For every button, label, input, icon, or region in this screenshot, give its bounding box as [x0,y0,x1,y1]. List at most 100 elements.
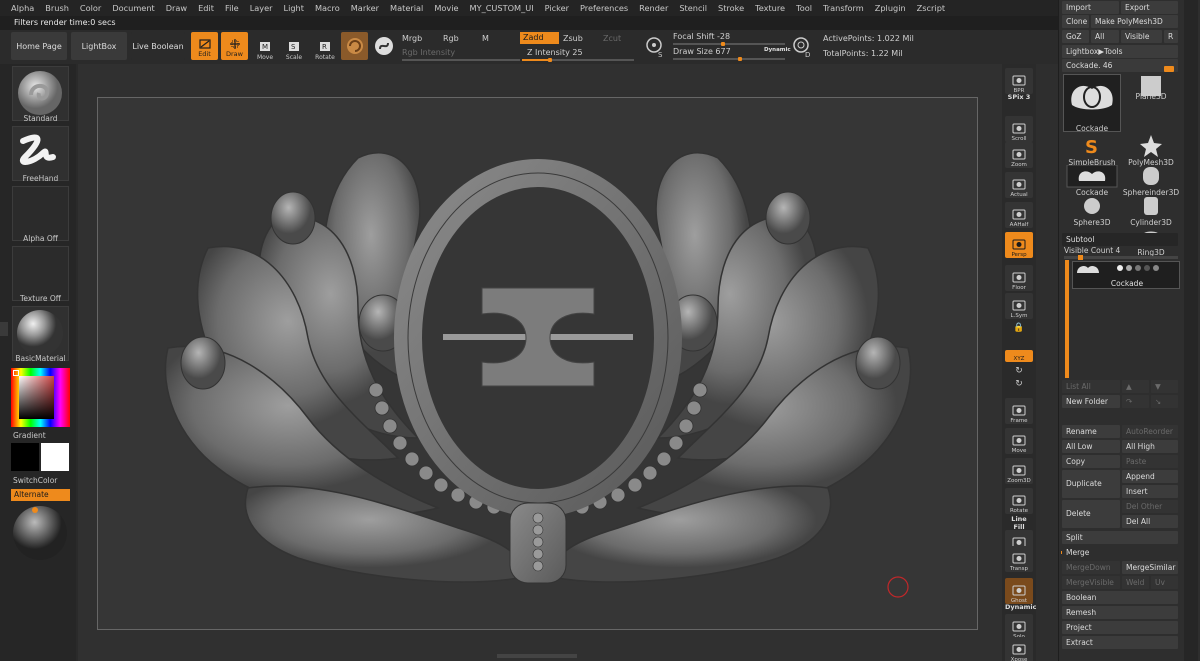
move-down-button[interactable]: ↘ [1151,395,1178,408]
draw-d-icon[interactable]: D [792,36,814,59]
weld-button[interactable]: Weld [1122,576,1149,589]
rotate-tool[interactable]: R Rotate [312,33,338,61]
rename-button[interactable]: Rename [1062,425,1120,438]
subtool-header[interactable]: Subtool [1062,233,1178,246]
view-tool-ghost[interactable]: Ghost [1005,578,1033,604]
dynamic-toggle[interactable]: Dynamic [764,47,791,53]
primary-color-swatch[interactable] [11,443,39,471]
focal-s-icon[interactable]: S [645,36,667,59]
subtool-scrollbar[interactable] [1065,260,1069,378]
merge-down-button[interactable]: MergeDown [1062,561,1120,574]
view-tool-dynamic[interactable]: Dynamic [1005,603,1037,613]
scale-tool[interactable]: S Scale [281,33,307,61]
insert-button[interactable]: Insert [1122,485,1178,498]
all-high-button[interactable]: All High [1122,440,1178,453]
all-low-button[interactable]: All Low [1062,440,1120,453]
color-picker[interactable] [11,368,70,427]
live-boolean-button[interactable]: Live Boolean [131,32,185,60]
alternate-button[interactable]: Alternate [11,489,70,501]
view-tool-persp[interactable]: Persp [1005,232,1033,258]
view-tool-frame[interactable]: Frame [1005,398,1033,424]
split-button[interactable]: Split [1062,531,1178,544]
move-tool[interactable]: M Move [252,33,278,61]
menu-item-marker[interactable]: Marker [346,3,385,13]
menu-item-zscript[interactable]: Zscript [912,3,951,13]
visible-count-slider[interactable] [1064,255,1178,260]
focal-shift-slider[interactable] [673,42,785,46]
view-tool-move[interactable]: Move [1005,428,1033,454]
material-thumbnail[interactable] [12,306,69,361]
menu-item-transform[interactable]: Transform [818,3,870,13]
z-intensity-slider[interactable] [522,58,634,62]
view-tool-zoom3d[interactable]: Zoom3D [1005,458,1033,484]
menu-item-light[interactable]: Light [279,3,310,13]
view-tool-zoom[interactable]: Zoom [1005,142,1033,168]
merge-visible-button[interactable]: MergeVisible [1062,576,1120,589]
subtool-toggles[interactable] [1117,265,1177,271]
tool-panel-scrollbar[interactable] [1184,0,1198,661]
menu-item-alpha[interactable]: Alpha [6,3,40,13]
arrow-up-button[interactable]: ▲ [1122,380,1149,393]
menu-item-file[interactable]: File [220,3,245,13]
view-tool-icon-12[interactable]: ↻ [1012,379,1026,391]
arrow-down-button[interactable]: ▼ [1151,380,1178,393]
delete-button[interactable]: Delete [1062,500,1120,528]
menu-item-stroke[interactable]: Stroke [713,3,750,13]
lightbox-button[interactable]: LightBox [71,32,127,60]
draw-button[interactable]: Draw [221,32,248,60]
menu-item-draw[interactable]: Draw [161,3,193,13]
del-other-button[interactable]: Del Other [1122,500,1178,513]
edit-button[interactable]: Edit [191,32,218,60]
menu-item-material[interactable]: Material [385,3,429,13]
home-page-button[interactable]: Home Page [11,32,67,60]
make-polymesh-button[interactable]: Make PolyMesh3D [1091,15,1178,28]
move-up-button[interactable]: ↷ [1122,395,1149,408]
view-tool-bpr[interactable]: BPR [1005,68,1033,94]
draw-size-slider[interactable] [673,57,785,61]
menu-item-stencil[interactable]: Stencil [674,3,713,13]
brush-thumbnail[interactable] [12,66,69,121]
stroke-type-icon[interactable] [374,36,394,56]
menu-item-layer[interactable]: Layer [245,3,279,13]
append-button[interactable]: Append [1122,470,1178,483]
paste-button[interactable]: Paste [1122,455,1178,468]
subtool-item[interactable]: Cockade [1072,261,1180,289]
view-tool-actual[interactable]: Actual [1005,172,1033,198]
alpha-thumbnail[interactable] [12,186,69,241]
menu-item-zplugin[interactable]: Zplugin [870,3,912,13]
rgb-intensity-slider[interactable]: Rgb Intensity [402,48,455,57]
view-tool-floor[interactable]: Floor [1005,265,1033,291]
clone-button[interactable]: Clone [1062,15,1089,28]
menu-item-preferences[interactable]: Preferences [575,3,634,13]
rgb-toggle[interactable]: Rgb [443,34,459,43]
view-tool-spix-3[interactable]: SPix 3 [1005,93,1033,103]
zcut-button[interactable]: Zcut [603,34,621,43]
menu-item-edit[interactable]: Edit [193,3,220,13]
menu-item-document[interactable]: Document [107,3,160,13]
menu-item-tool[interactable]: Tool [791,3,818,13]
tool-slider[interactable]: Cockade. 46 [1062,59,1178,72]
menu-item-color[interactable]: Color [75,3,107,13]
all-button[interactable]: All [1091,30,1119,43]
remesh-button[interactable]: Remesh [1062,606,1178,619]
merge-similar-button[interactable]: MergeSimilar [1122,561,1178,574]
menu-item-brush[interactable]: Brush [40,3,75,13]
menu-item-my-custom-ui[interactable]: MY_CUSTOM_UI [465,3,540,13]
tool-slider-knob[interactable] [1164,66,1174,72]
new-folder-button[interactable]: New Folder [1062,395,1120,408]
import-button[interactable]: Import [1062,1,1119,14]
rgb-intensity-track[interactable] [402,59,520,61]
document-frame[interactable] [97,97,978,630]
copy-button[interactable]: Copy [1062,455,1120,468]
project-button[interactable]: Project [1062,621,1178,634]
export-button[interactable]: Export [1121,1,1178,14]
autoreorder-button[interactable]: AutoReorder [1122,425,1178,438]
menu-item-movie[interactable]: Movie [429,3,464,13]
zsub-button[interactable]: Zsub [563,34,583,43]
tool-thumb-plane3d[interactable] [1122,76,1180,106]
m-toggle[interactable]: M [482,34,489,43]
menu-item-render[interactable]: Render [634,3,674,13]
stroke-thumbnail[interactable] [12,126,69,181]
view-tool-scroll[interactable]: Scroll [1005,116,1033,142]
mrgb-toggle[interactable]: Mrgb [402,34,422,43]
